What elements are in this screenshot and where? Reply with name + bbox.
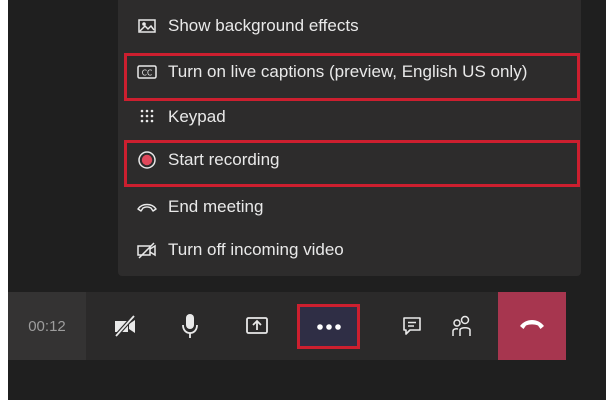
- menu-item-live-captions[interactable]: CC Turn on live captions (preview, Engli…: [118, 52, 527, 92]
- menu-item-start-recording[interactable]: Start recording: [118, 140, 280, 180]
- menu-item-background-effects[interactable]: Show background effects: [118, 6, 359, 46]
- microphone-icon: [180, 313, 200, 339]
- menu-item-label: Show background effects: [168, 16, 359, 35]
- menu-item-label: Start recording: [168, 150, 280, 169]
- chat-icon: [401, 315, 423, 337]
- hang-up-icon: [518, 317, 546, 336]
- video-off-icon: [136, 239, 158, 261]
- participants-button[interactable]: [432, 292, 492, 360]
- svg-text:CC: CC: [142, 69, 152, 78]
- more-options-menu: Show background effects CC Turn on live …: [118, 0, 581, 276]
- call-timer: 00:12: [8, 292, 86, 360]
- menu-item-label: Keypad: [168, 107, 226, 126]
- captions-icon: CC: [136, 61, 158, 83]
- menu-item-end-meeting[interactable]: End meeting: [118, 187, 263, 227]
- end-meeting-icon: [136, 196, 158, 218]
- meeting-window: Show background effects CC Turn on live …: [8, 0, 606, 400]
- menu-item-turn-off-incoming-video[interactable]: Turn off incoming video: [118, 230, 344, 270]
- camera-toggle-button[interactable]: [96, 292, 156, 360]
- camera-off-icon: [113, 315, 139, 337]
- hang-up-button[interactable]: [498, 292, 566, 360]
- menu-item-label: Turn on live captions (preview, English …: [168, 62, 528, 81]
- keypad-icon: [136, 106, 158, 128]
- participants-icon: [449, 314, 475, 338]
- microphone-button[interactable]: [160, 292, 220, 360]
- background-effects-icon: [136, 15, 158, 37]
- menu-item-keypad[interactable]: Keypad: [118, 97, 226, 137]
- share-screen-icon: [245, 315, 269, 337]
- menu-item-label: End meeting: [168, 197, 264, 216]
- more-options-icon: [297, 304, 360, 349]
- share-screen-button[interactable]: [227, 292, 287, 360]
- record-icon: [136, 149, 158, 171]
- menu-item-label: Turn off incoming video: [168, 240, 344, 259]
- call-toolbar: 00:12: [8, 292, 566, 360]
